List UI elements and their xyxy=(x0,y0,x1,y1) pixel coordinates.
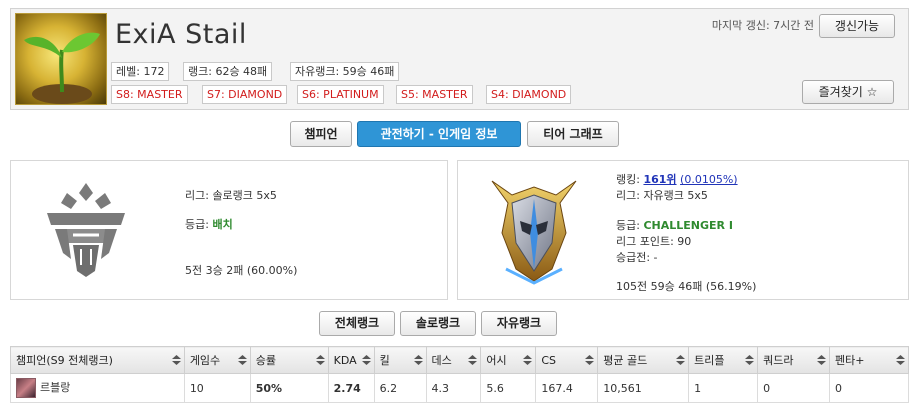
flex-rank-panel: 랭킹: 161위 (0.0105%) 리그: 자유랭크 5x5 등급: CHAL… xyxy=(457,160,909,300)
flex-promo: 승급전: - xyxy=(616,251,658,264)
cell-quadra: 0 xyxy=(757,373,830,403)
sort-icon xyxy=(817,355,826,365)
summoner-header: ExiA Stail 레벨: 172 랭크: 62승 48패 자유랭크: 59승… xyxy=(10,8,909,110)
sort-icon xyxy=(523,355,533,365)
flex-tier: 등급: CHALLENGER I xyxy=(616,217,733,233)
tab-solo-rank[interactable]: 솔로랭크 xyxy=(400,311,476,336)
ranking-link[interactable]: 161위 xyxy=(643,173,676,186)
solo-rank-panel: 리그: 솔로랭크 5x5 등급: 배치 5전 3승 2패 (60.00%) xyxy=(10,160,448,300)
level-badge: 레벨: 172 xyxy=(111,62,170,81)
solo-tier: 등급: 배치 xyxy=(185,216,233,232)
sort-icon xyxy=(237,355,247,365)
season-badge-s4: S4: DIAMOND xyxy=(486,85,572,104)
flex-tier-label: 등급: xyxy=(616,219,644,232)
col-assists[interactable]: 어시 xyxy=(480,346,537,374)
col-quadra[interactable]: 쿼드라 xyxy=(757,346,830,374)
col-deaths[interactable]: 데스 xyxy=(425,346,482,374)
sort-icon xyxy=(171,355,181,365)
col-champion[interactable]: 챔피언(S9 전체랭크) xyxy=(10,346,185,374)
table-header-row: 챔피언(S9 전체랭크) 게임수 승률 KDA 킬 데스 어시 CS 평균 골드… xyxy=(10,346,909,374)
flex-ranking: 랭킹: 161위 (0.0105%) xyxy=(616,171,738,187)
favorite-button[interactable]: 즐겨찾기 ☆ xyxy=(802,80,894,104)
refresh-button[interactable]: 갱신가능 xyxy=(819,14,895,38)
summoner-name: ExiA Stail xyxy=(115,19,247,50)
season-badge-s8: S8: MASTER xyxy=(111,85,188,104)
ranking-percent-link[interactable]: (0.0105%) xyxy=(680,173,738,186)
sort-icon xyxy=(361,355,371,365)
sort-icon xyxy=(896,355,905,365)
sort-icon xyxy=(468,355,478,365)
col-penta[interactable]: 펜타+ xyxy=(829,346,909,374)
profile-icon xyxy=(15,13,107,105)
solo-tier-label: 등급: xyxy=(185,218,213,231)
cell-avg-gold: 10,561 xyxy=(597,373,690,403)
col-games[interactable]: 게임수 xyxy=(183,346,251,374)
flex-league: 리그: 자유랭크 5x5 xyxy=(616,189,708,202)
unranked-emblem-icon xyxy=(37,179,135,279)
tab-spectate[interactable]: 관전하기 - 인게임 정보 xyxy=(357,121,521,147)
tab-flex-rank[interactable]: 자유랭크 xyxy=(481,311,557,336)
col-kda[interactable]: KDA xyxy=(327,346,375,374)
champion-portrait-icon xyxy=(16,378,36,398)
sort-icon xyxy=(315,355,325,365)
col-triple[interactable]: 트리플 xyxy=(688,346,759,374)
flex-league-points: 리그 포인트: 90 xyxy=(616,235,692,248)
tab-all-rank[interactable]: 전체랭크 xyxy=(319,311,395,336)
table-row[interactable]: 르블랑 10 50% 2.74 6.2 4.3 5.6 167.4 10,561… xyxy=(10,373,909,403)
cell-champion[interactable]: 르블랑 xyxy=(10,373,185,403)
season-badge-s5: S5: MASTER xyxy=(396,85,473,104)
sort-icon xyxy=(745,355,755,365)
col-winrate[interactable]: 승률 xyxy=(249,346,329,374)
tab-champion[interactable]: 챔피언 xyxy=(290,121,352,147)
season-badge-s6: S6: PLATINUM xyxy=(297,85,384,104)
challenger-emblem-icon xyxy=(486,173,582,285)
cell-winrate: 50% xyxy=(249,373,329,403)
flex-tier-value: CHALLENGER I xyxy=(643,219,733,232)
solo-league: 리그: 솔로랭크 5x5 xyxy=(185,189,277,202)
sort-icon xyxy=(676,355,686,365)
ranking-label: 랭킹: xyxy=(616,173,644,186)
flex-rank-badge: 자유랭크: 59승 46패 xyxy=(290,62,400,81)
cell-penta: 0 xyxy=(829,373,909,403)
solo-rank-badge: 랭크: 62승 48패 xyxy=(183,62,273,81)
sort-icon xyxy=(585,355,595,365)
flex-record: 105전 59승 46패 (56.19%) xyxy=(616,280,757,293)
cell-cs: 167.4 xyxy=(535,373,599,403)
col-cs[interactable]: CS xyxy=(535,346,599,374)
sort-icon xyxy=(413,355,423,365)
col-kills[interactable]: 킬 xyxy=(373,346,427,374)
cell-kills: 6.2 xyxy=(373,373,427,403)
solo-tier-value: 배치 xyxy=(212,218,233,231)
cell-assists: 5.6 xyxy=(480,373,537,403)
tab-tier-graph[interactable]: 티어 그래프 xyxy=(527,121,619,147)
champion-stats-table: 챔피언(S9 전체랭크) 게임수 승률 KDA 킬 데스 어시 CS 평균 골드… xyxy=(10,346,909,403)
cell-triple: 1 xyxy=(688,373,759,403)
cell-deaths: 4.3 xyxy=(425,373,482,403)
solo-record: 5전 3승 2패 (60.00%) xyxy=(185,264,298,277)
cell-kda: 2.74 xyxy=(327,373,375,403)
cell-games: 10 xyxy=(183,373,251,403)
season-badge-s7: S7: DIAMOND xyxy=(202,85,288,104)
last-update-text: 마지막 갱신: 7시간 전 xyxy=(711,19,814,32)
col-avg-gold[interactable]: 평균 골드 xyxy=(597,346,690,374)
